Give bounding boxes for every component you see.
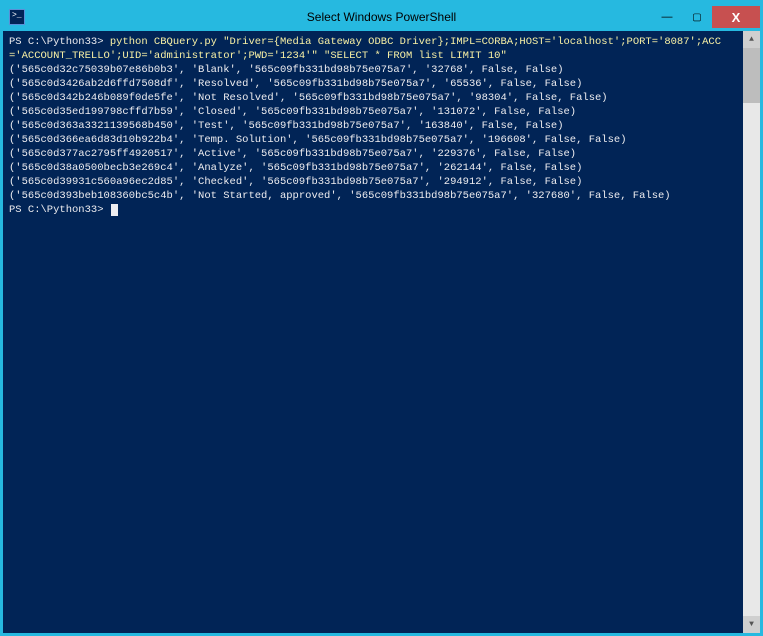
maximize-button[interactable]: ▢ <box>682 6 712 28</box>
cursor <box>111 204 118 216</box>
vertical-scrollbar[interactable]: ▲ ▼ <box>743 31 760 633</box>
scroll-down-button[interactable]: ▼ <box>743 616 760 633</box>
minimize-button[interactable]: — <box>652 6 682 28</box>
prompt-path: PS C:\Python33> <box>9 36 110 48</box>
output-line: ('565c0d363a3321139568b450', 'Test', '56… <box>9 119 737 133</box>
powershell-window: Select Windows PowerShell — ▢ X PS C:\Py… <box>3 3 760 633</box>
scroll-track[interactable] <box>743 48 760 616</box>
output-line: ('565c0d39931c560a96ec2d85', 'Checked', … <box>9 175 737 189</box>
command-text: python CBQuery.py "Driver={Media Gateway… <box>9 36 721 62</box>
window-controls: — ▢ X <box>652 6 760 28</box>
scroll-thumb[interactable] <box>743 48 760 103</box>
output-line: ('565c0d377ac2795ff4920517', 'Active', '… <box>9 147 737 161</box>
output-line: ('565c0d366ea6d83d10b922b4', 'Temp. Solu… <box>9 133 737 147</box>
scroll-up-button[interactable]: ▲ <box>743 31 760 48</box>
window-title: Select Windows PowerShell <box>307 10 456 24</box>
output-line: ('565c0d393beb108360bc5c4b', 'Not Starte… <box>9 189 737 203</box>
output-line: ('565c0d38a0500becb3e269c4', 'Analyze', … <box>9 161 737 175</box>
terminal-area: PS C:\Python33> python CBQuery.py "Drive… <box>3 31 760 633</box>
terminal-content[interactable]: PS C:\Python33> python CBQuery.py "Drive… <box>3 31 743 633</box>
output-line: ('565c0d3426ab2d6ffd7508df', 'Resolved',… <box>9 77 737 91</box>
titlebar[interactable]: Select Windows PowerShell — ▢ X <box>3 3 760 31</box>
output-line: ('565c0d35ed199798cffd7b59', 'Closed', '… <box>9 105 737 119</box>
prompt-path: PS C:\Python33> <box>9 204 110 216</box>
prompt-line: PS C:\Python33> <box>9 203 737 217</box>
app-icon <box>9 9 25 25</box>
close-button[interactable]: X <box>712 6 760 28</box>
output-line: ('565c0d342b246b089f0de5fe', 'Not Resolv… <box>9 91 737 105</box>
prompt-line: PS C:\Python33> python CBQuery.py "Drive… <box>9 35 737 63</box>
output-line: ('565c0d32c75039b07e86b0b3', 'Blank', '5… <box>9 63 737 77</box>
